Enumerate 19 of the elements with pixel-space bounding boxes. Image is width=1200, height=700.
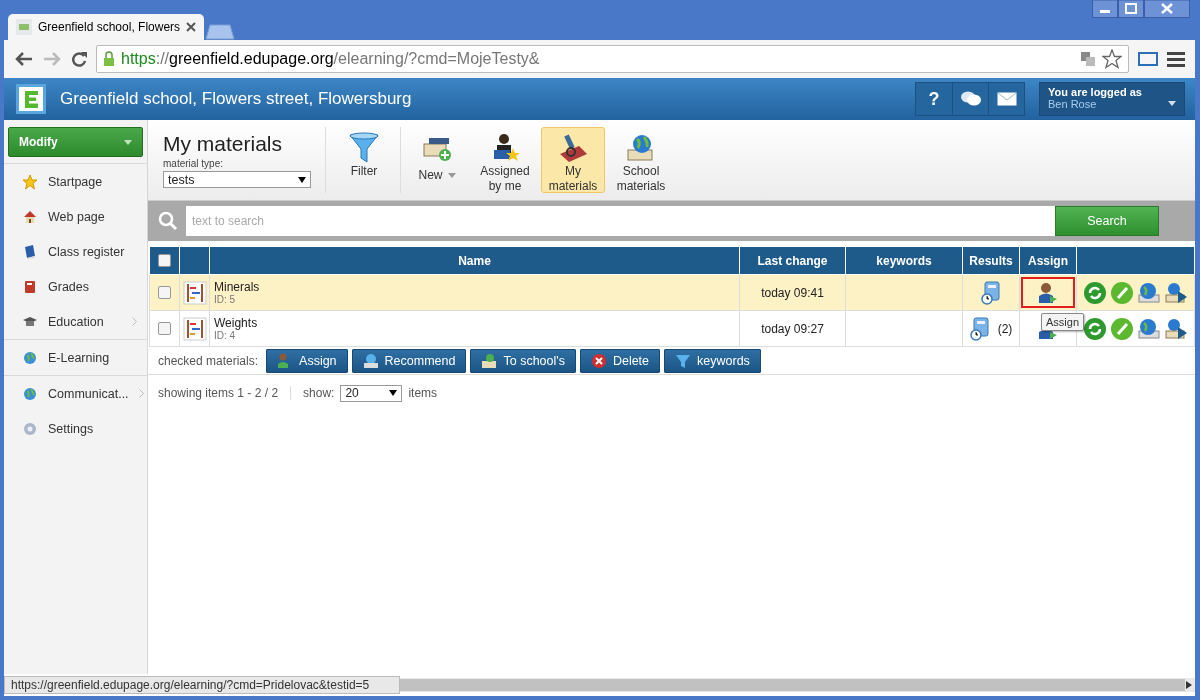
column-header: keywords: [876, 253, 932, 268]
item-count: showing items 1 - 2 / 2: [158, 386, 292, 400]
field-label: material type:: [163, 158, 225, 169]
material-id: ID: 5: [214, 294, 237, 305]
column-header: Name: [458, 253, 491, 268]
status-url: https://greenfield.edupage.org/elearning/?cmd=Pridelovac&testid=5: [4, 676, 400, 694]
school-name: Greenfield school, Flowers street, Flowersburg: [60, 89, 413, 109]
field-label: show:: [303, 386, 335, 400]
results-count: (2): [997, 321, 1013, 336]
column-header: Last change: [757, 253, 828, 268]
field-label: items: [408, 386, 438, 400]
tooltip: Assign: [1041, 313, 1085, 331]
column-header: Assign: [1028, 253, 1068, 268]
table-cell: today 09:41: [761, 285, 824, 300]
page-title: My materials: [163, 132, 284, 156]
bulk-label: checked materials:: [158, 353, 259, 368]
material-id: ID: 4: [214, 330, 237, 341]
table-cell: today 09:27: [761, 321, 824, 336]
column-header: Results: [969, 253, 1013, 268]
